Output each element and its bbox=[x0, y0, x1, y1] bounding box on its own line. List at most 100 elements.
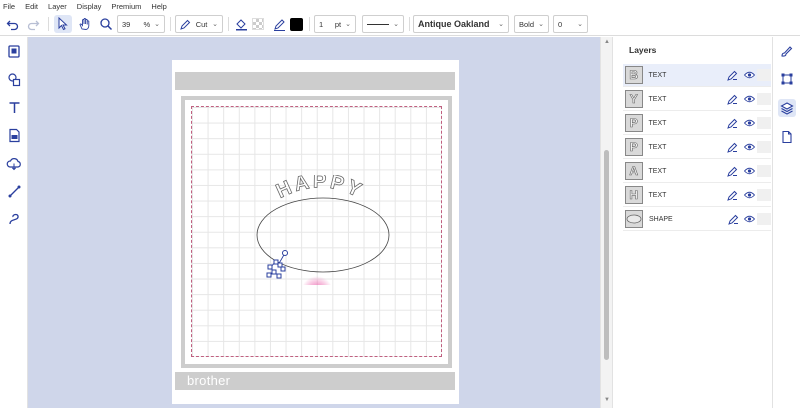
freehand-tool-button[interactable] bbox=[5, 210, 23, 228]
menu-edit[interactable]: Edit bbox=[25, 2, 38, 11]
font-dropdown[interactable]: Antique Oakland ⌄ bbox=[413, 15, 509, 33]
font-style-dropdown[interactable]: Bold ⌄ bbox=[514, 15, 549, 33]
layer-row[interactable]: P TEXT bbox=[623, 136, 771, 159]
select-tool-button[interactable] bbox=[54, 15, 72, 33]
layer-cut-toggle[interactable] bbox=[726, 188, 740, 202]
layer-thumbnail-ellipse bbox=[625, 210, 643, 228]
edit-tab-button[interactable] bbox=[778, 42, 796, 60]
chevron-down-icon: ⌄ bbox=[538, 21, 544, 28]
letter-spacing-field[interactable]: 0 ⌄ bbox=[553, 15, 588, 33]
shapes-tool-button[interactable] bbox=[5, 70, 23, 88]
layer-thumbnail: P bbox=[625, 114, 643, 132]
image-trace-button[interactable] bbox=[5, 126, 23, 144]
eye-icon bbox=[744, 143, 756, 151]
pen-cut-icon bbox=[727, 166, 738, 177]
eye-icon bbox=[744, 191, 756, 199]
arc-text-happy[interactable]: HAPPY bbox=[273, 175, 367, 203]
menu-layer[interactable]: Layer bbox=[48, 2, 67, 11]
line-style-dropdown[interactable]: ⌄ bbox=[362, 15, 404, 33]
layer-lock-slot[interactable] bbox=[757, 141, 771, 153]
font-name: Antique Oakland bbox=[418, 19, 490, 29]
layer-visibility-toggle[interactable] bbox=[744, 189, 756, 201]
layer-label: SHAPE bbox=[649, 215, 673, 223]
design-objects[interactable]: HAPPY bbox=[250, 175, 400, 285]
chevron-down-icon: ⌄ bbox=[498, 21, 504, 28]
layers-stack-icon bbox=[780, 102, 794, 115]
zoom-dropdown[interactable]: 39 % ⌄ bbox=[117, 15, 165, 33]
line-width-field[interactable]: 1 pt ⌄ bbox=[314, 15, 356, 33]
line-tool-icon bbox=[8, 185, 20, 197]
layer-thumbnail: B bbox=[625, 66, 643, 84]
layer-visibility-toggle[interactable] bbox=[744, 165, 756, 177]
transform-tab-button[interactable] bbox=[778, 70, 796, 88]
chevron-down-icon: ⌄ bbox=[393, 21, 399, 28]
zoom-tool-button[interactable] bbox=[97, 15, 115, 33]
eye-icon bbox=[744, 95, 756, 103]
layer-thumbnail: Y bbox=[625, 90, 643, 108]
scroll-up-icon[interactable]: ▲ bbox=[604, 39, 610, 45]
layer-cut-toggle[interactable] bbox=[726, 92, 740, 106]
pen-cut-icon bbox=[727, 70, 738, 81]
line-tool-button[interactable] bbox=[5, 182, 23, 200]
pencil-icon bbox=[273, 18, 285, 31]
layer-row[interactable]: Y TEXT bbox=[623, 88, 771, 111]
layer-lock-slot[interactable] bbox=[757, 213, 771, 225]
redo-button[interactable] bbox=[24, 15, 42, 33]
cloud-button[interactable] bbox=[5, 154, 23, 172]
paint-bucket-icon bbox=[235, 18, 247, 30]
layer-lock-slot[interactable] bbox=[757, 117, 771, 129]
text-tool-button[interactable] bbox=[5, 98, 23, 116]
layers-tab-button[interactable] bbox=[778, 99, 796, 117]
transparent-fill-swatch[interactable] bbox=[251, 15, 265, 33]
fill-button[interactable] bbox=[233, 15, 249, 33]
layer-row[interactable]: A TEXT bbox=[623, 160, 771, 183]
page-tab-button[interactable] bbox=[778, 128, 796, 146]
layer-cut-toggle[interactable] bbox=[726, 164, 740, 178]
line-color-button[interactable] bbox=[271, 15, 287, 33]
menu-premium[interactable]: Premium bbox=[111, 2, 141, 11]
layer-lock-slot[interactable] bbox=[757, 69, 771, 81]
right-panel-tabs bbox=[772, 37, 800, 408]
selection-handles[interactable] bbox=[266, 250, 288, 279]
mat-top-band bbox=[175, 72, 455, 90]
pattern-book-icon bbox=[7, 44, 20, 58]
layer-row[interactable]: B TEXT bbox=[623, 64, 771, 87]
pattern-library-button[interactable] bbox=[5, 42, 23, 60]
layer-visibility-toggle[interactable] bbox=[744, 69, 756, 81]
toolbar: 39 % ⌄ Cut ⌄ 1 pt ⌄ ⌄ Antique Oakland ⌄ bbox=[0, 12, 800, 36]
menu-file[interactable]: File bbox=[3, 2, 15, 11]
eye-icon bbox=[744, 71, 756, 79]
layer-lock-slot[interactable] bbox=[757, 93, 771, 105]
layer-cut-toggle[interactable] bbox=[726, 212, 740, 226]
line-color-swatch[interactable] bbox=[289, 15, 304, 33]
magnifier-icon bbox=[100, 18, 113, 31]
undo-button[interactable] bbox=[4, 15, 22, 33]
layer-lock-slot[interactable] bbox=[757, 189, 771, 201]
layer-row[interactable]: H TEXT bbox=[623, 184, 771, 207]
layers-panel: Layers B TEXT Y TEXT P TEXT P TEXT A TEX… bbox=[612, 37, 772, 408]
layer-cut-toggle[interactable] bbox=[726, 68, 740, 82]
layer-visibility-toggle[interactable] bbox=[744, 141, 756, 153]
layer-visibility-toggle[interactable] bbox=[744, 117, 756, 129]
cut-mode-dropdown[interactable]: Cut ⌄ bbox=[175, 15, 223, 33]
layer-label: TEXT bbox=[648, 95, 667, 103]
layer-lock-slot[interactable] bbox=[757, 165, 771, 177]
vertical-scrollbar[interactable]: ▲ ▼ bbox=[600, 37, 612, 408]
left-tool-panel bbox=[0, 37, 28, 408]
layer-visibility-toggle[interactable] bbox=[744, 213, 756, 225]
layer-thumbnail: A bbox=[625, 162, 643, 180]
layer-row[interactable]: P TEXT bbox=[623, 112, 771, 135]
brush-icon bbox=[781, 46, 793, 57]
layer-cut-toggle[interactable] bbox=[726, 116, 740, 130]
pen-cut-icon bbox=[727, 190, 738, 201]
menu-help[interactable]: Help bbox=[151, 2, 166, 11]
pan-tool-button[interactable] bbox=[76, 15, 94, 33]
layer-row[interactable]: SHAPE bbox=[623, 208, 771, 231]
menu-display[interactable]: Display bbox=[77, 2, 102, 11]
scrollbar-thumb[interactable] bbox=[604, 150, 609, 360]
layer-label: TEXT bbox=[648, 143, 667, 151]
ellipse-thumb-icon bbox=[626, 214, 642, 224]
scroll-down-icon[interactable]: ▼ bbox=[604, 397, 610, 403]
layer-cut-toggle[interactable] bbox=[726, 140, 740, 154]
layer-visibility-toggle[interactable] bbox=[744, 93, 756, 105]
